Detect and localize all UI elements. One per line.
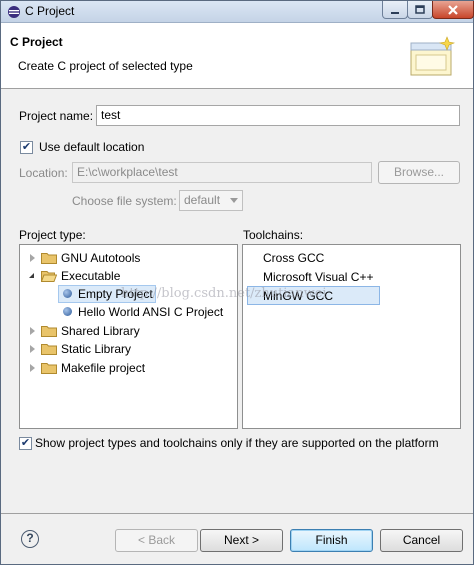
folder-icon (41, 363, 57, 374)
cancel-button[interactable]: Cancel (380, 529, 463, 552)
tree-item-label: Makefile project (61, 361, 146, 375)
file-system-value: default (184, 193, 221, 207)
finish-button[interactable]: Finish (290, 529, 373, 552)
browse-button[interactable]: Browse... (378, 161, 460, 184)
use-default-location-checkbox[interactable]: ✔ (20, 141, 33, 154)
toolchain-item-cross-gcc[interactable]: Cross GCC (263, 249, 324, 267)
minimize-icon (391, 11, 399, 14)
expand-arrow-icon[interactable] (30, 364, 35, 372)
tree-item-shared-library[interactable]: Shared Library (20, 322, 237, 340)
eclipse-icon (8, 6, 20, 18)
help-icon[interactable]: ? (21, 530, 39, 548)
tree-item-static-library[interactable]: Static Library (20, 340, 237, 358)
close-icon (448, 4, 458, 15)
toolchain-item-msvc[interactable]: Microsoft Visual C++ (263, 268, 374, 286)
project-name-input[interactable]: test (96, 105, 460, 126)
collapse-arrow-icon[interactable] (29, 273, 34, 278)
title-bar[interactable]: C Project (1, 1, 474, 23)
project-type-label: Project type: (19, 228, 86, 242)
bullet-icon (63, 307, 72, 316)
tree-item-label: Shared Library (61, 324, 140, 338)
folder-open-icon (41, 271, 57, 282)
bullet-icon (63, 289, 72, 298)
location-input[interactable]: E:\c\workplace\test (72, 162, 372, 183)
c-project-wizard-window: C Project C Project Create C project of … (0, 0, 474, 565)
chevron-down-icon (230, 198, 238, 203)
expand-arrow-icon[interactable] (30, 345, 35, 353)
tree-item-makefile-project[interactable]: Makefile project (20, 359, 237, 377)
maximize-button[interactable] (407, 1, 433, 19)
toolchains-list[interactable]: Cross GCC Microsoft Visual C++ MinGW GCC (242, 244, 461, 429)
tree-item-gnu-autotools[interactable]: GNU Autotools (20, 249, 237, 267)
tree-item-label: Hello World ANSI C Project (78, 305, 224, 319)
file-system-label: Choose file system: (72, 194, 177, 208)
folder-icon (41, 344, 57, 355)
tree-item-hello-world[interactable]: Hello World ANSI C Project (20, 303, 237, 321)
close-button[interactable] (432, 1, 474, 19)
tree-item-label: GNU Autotools (61, 251, 141, 265)
wizard-description: Create C project of selected type (18, 59, 193, 73)
window-title: C Project (25, 4, 75, 18)
file-system-select[interactable]: default (179, 190, 243, 211)
toolchains-label: Toolchains: (243, 228, 304, 242)
tree-item-executable[interactable]: Executable (20, 267, 237, 285)
wizard-title: C Project (10, 35, 63, 49)
folder-icon (41, 253, 57, 264)
wizard-header: C Project Create C project of selected t… (1, 23, 473, 89)
maximize-icon (415, 4, 425, 14)
expand-arrow-icon[interactable] (30, 254, 35, 262)
expand-arrow-icon[interactable] (30, 327, 35, 335)
use-default-location-label: Use default location (39, 140, 145, 154)
watermark-text: http://blog.csdn.net/zhutianwei (121, 286, 327, 301)
button-bar-separator (1, 513, 473, 514)
new-project-wizard-icon (410, 36, 456, 76)
back-button[interactable]: < Back (115, 529, 198, 552)
minimize-button[interactable] (382, 1, 408, 19)
show-supported-label: Show project types and toolchains only i… (35, 436, 439, 450)
tree-item-label: Executable (61, 269, 121, 283)
project-name-label: Project name: (19, 109, 94, 123)
show-supported-checkbox[interactable]: ✔ (19, 437, 32, 450)
location-label: Location: (19, 166, 68, 180)
tree-item-label: Static Library (61, 342, 132, 356)
project-type-tree[interactable]: GNU Autotools Executable Empty Project H… (19, 244, 238, 429)
next-button[interactable]: Next > (200, 529, 283, 552)
folder-icon (41, 326, 57, 337)
